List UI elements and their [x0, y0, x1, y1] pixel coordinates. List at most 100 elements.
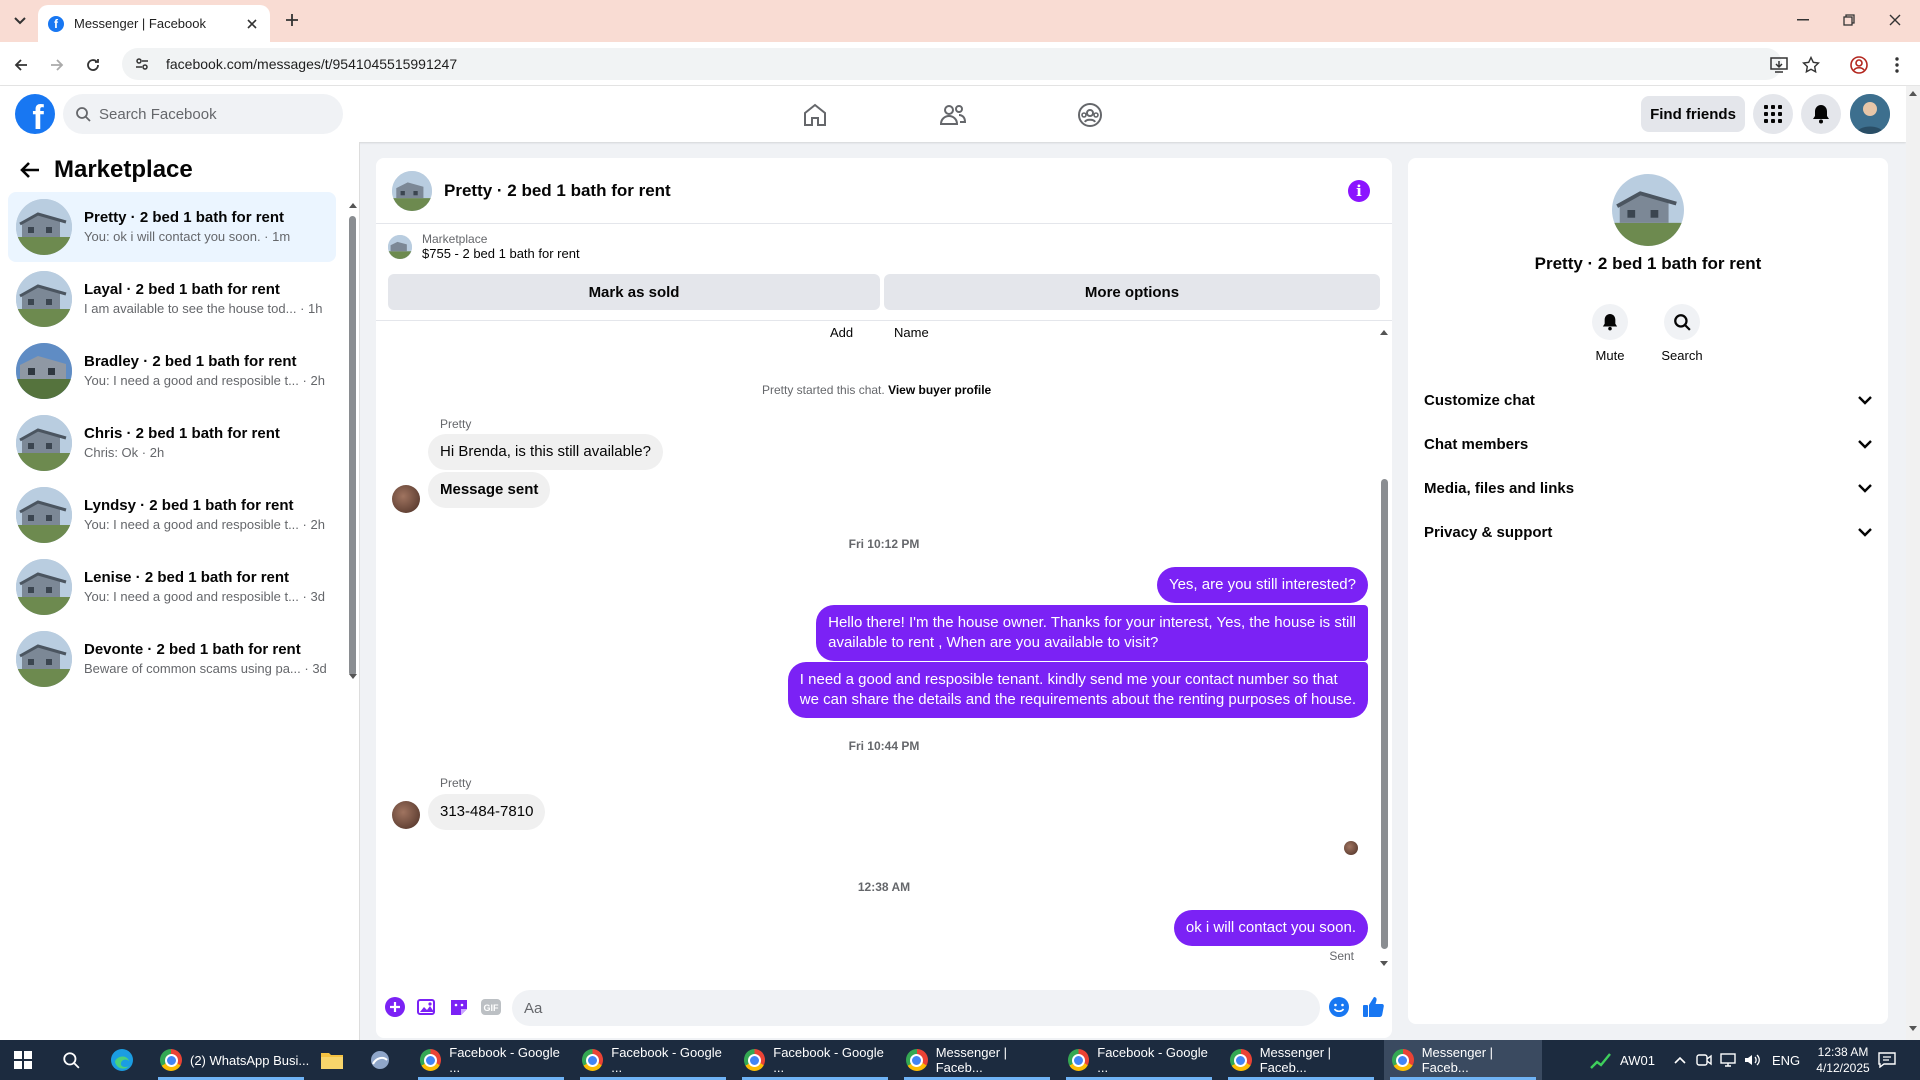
customize-chat-section[interactable]: Customize chat — [1424, 378, 1872, 422]
facebook-search-input[interactable]: Search Facebook — [63, 94, 343, 134]
sender-avatar[interactable] — [392, 485, 420, 513]
home-icon[interactable] — [800, 100, 830, 130]
bookmark-star-icon[interactable] — [1800, 54, 1822, 76]
name-label[interactable]: Name — [894, 325, 929, 340]
conversation-item-devonte[interactable]: Devonte · 2 bed 1 bath for rent Beware o… — [8, 624, 336, 694]
tab-search-dropdown-icon[interactable] — [10, 12, 30, 30]
conversation-item-chris[interactable]: Chris · 2 bed 1 bath for rent Chris: Ok … — [8, 408, 336, 478]
taskbar-app-facebook-2[interactable]: Facebook - Google ... — [574, 1040, 732, 1080]
facebook-logo-icon[interactable]: f — [15, 94, 55, 134]
language-indicator[interactable]: ENG — [1772, 1040, 1800, 1080]
taskbar-app-facebook-3[interactable]: Facebook - Google ... — [736, 1040, 894, 1080]
view-buyer-profile-link[interactable]: View buyer profile — [888, 383, 991, 397]
scrollbar-thumb[interactable] — [1381, 479, 1388, 949]
snipping-tool-icon[interactable] — [368, 1040, 392, 1080]
scrollbar-thumb[interactable] — [349, 216, 356, 676]
section-label: Chat members — [1424, 435, 1529, 453]
back-arrow-icon[interactable] — [20, 161, 40, 179]
taskbar-app-messenger-2[interactable]: Messenger | Faceb... — [1222, 1040, 1380, 1080]
sent-status: Sent — [1329, 949, 1354, 963]
outgoing-message[interactable]: I need a good and resposible tenant. kin… — [787, 662, 1368, 718]
taskbar-app-label: Messenger | Faceb... — [1259, 1045, 1332, 1075]
outgoing-message[interactable]: Hello there! I'm the house owner. Thanks… — [816, 605, 1368, 661]
section-label: Privacy & support — [1424, 523, 1553, 541]
add-label[interactable]: Add — [830, 325, 853, 340]
address-bar[interactable]: facebook.com/messages/t/9541045515991247 — [122, 48, 1782, 80]
network-icon[interactable] — [1720, 1040, 1736, 1080]
incoming-message[interactable]: Hi Brenda, is this still available? — [428, 434, 663, 470]
install-app-icon[interactable] — [1768, 54, 1790, 76]
taskbar-app-facebook-1[interactable]: Facebook - Google ... — [412, 1040, 570, 1080]
chat-title[interactable]: Pretty · 2 bed 1 bath for rent — [444, 181, 671, 201]
account-avatar[interactable] — [1850, 94, 1890, 134]
edge-browser-icon[interactable] — [110, 1040, 134, 1080]
windows-start-icon[interactable] — [14, 1040, 32, 1080]
conversation-item-lyndsy[interactable]: Lyndsy · 2 bed 1 bath for rent You: I ne… — [8, 480, 336, 550]
close-tab-icon[interactable] — [244, 16, 260, 32]
message-input[interactable]: Aa — [512, 990, 1320, 1026]
privacy-support-section[interactable]: Privacy & support — [1424, 510, 1872, 554]
notification-center-icon[interactable] — [1878, 1040, 1896, 1080]
taskbar-app-messenger-active[interactable]: Messenger | Faceb... — [1384, 1040, 1542, 1080]
notifications-bell-icon[interactable] — [1801, 94, 1841, 134]
file-explorer-icon[interactable] — [320, 1040, 344, 1080]
browser-tab-active[interactable]: f Messenger | Facebook — [38, 5, 270, 42]
forward-arrow-icon[interactable] — [46, 54, 68, 76]
minimize-icon[interactable] — [1780, 0, 1826, 40]
mark-as-sold-button[interactable]: Mark as sold — [388, 274, 880, 310]
emoji-icon[interactable] — [1328, 996, 1350, 1018]
volume-icon[interactable] — [1744, 1040, 1760, 1080]
listing-small-thumbnail — [388, 234, 412, 259]
more-actions-plus-icon[interactable] — [384, 996, 406, 1018]
info-icon[interactable]: i — [1348, 180, 1370, 202]
chat-members-section[interactable]: Chat members — [1424, 422, 1872, 466]
friends-icon[interactable] — [938, 100, 968, 130]
listing-info[interactable]: Marketplace $755 - 2 bed 1 bath for rent — [388, 232, 580, 261]
restore-icon[interactable] — [1826, 0, 1872, 40]
new-tab-icon[interactable] — [282, 10, 302, 30]
taskbar-app-whatsapp[interactable]: (2) WhatsApp Busi... — [152, 1040, 310, 1080]
outgoing-message[interactable]: Yes, are you still interested? — [1156, 567, 1368, 603]
site-info-icon[interactable] — [134, 56, 150, 72]
chevron-down-icon — [1858, 527, 1872, 537]
conversation-title: Bradley · 2 bed 1 bath for rent — [84, 353, 297, 370]
groups-icon[interactable] — [1075, 100, 1105, 130]
chat-listing-thumbnail[interactable] — [392, 170, 432, 211]
profile-icon[interactable] — [1848, 54, 1870, 76]
network-status[interactable]: AW01 — [1590, 1040, 1655, 1080]
taskbar-app-messenger-1[interactable]: Messenger | Faceb... — [898, 1040, 1056, 1080]
conversation-list-scrollbar[interactable] — [349, 202, 357, 680]
reload-icon[interactable] — [82, 54, 104, 76]
thumbs-up-like-icon[interactable] — [1360, 996, 1386, 1018]
page-scrollbar[interactable] — [1906, 86, 1920, 1040]
conversation-item-lenise[interactable]: Lenise · 2 bed 1 bath for rent You: I ne… — [8, 552, 336, 622]
incoming-message[interactable]: 313-484-7810 — [428, 794, 546, 830]
menu-grid-icon[interactable] — [1753, 94, 1793, 134]
find-friends-button[interactable]: Find friends — [1641, 96, 1745, 132]
search-conversation-button[interactable]: Search — [1652, 304, 1712, 363]
conversation-item-layal[interactable]: Layal · 2 bed 1 bath for rent I am avail… — [8, 264, 336, 334]
close-window-icon[interactable] — [1872, 0, 1918, 40]
chat-header: Pretty · 2 bed 1 bath for rent i — [376, 158, 1392, 224]
thread-scrollbar[interactable] — [1379, 329, 1389, 969]
sticker-icon[interactable] — [448, 996, 470, 1018]
attach-photo-icon[interactable] — [416, 996, 438, 1018]
taskbar-search-icon[interactable] — [62, 1040, 80, 1080]
taskbar-app-facebook-4[interactable]: Facebook - Google ... — [1060, 1040, 1218, 1080]
show-hidden-icons-chevron-icon[interactable] — [1674, 1040, 1686, 1080]
gif-icon[interactable]: GIF — [480, 996, 502, 1018]
back-arrow-icon[interactable] — [10, 54, 32, 76]
meet-now-icon[interactable] — [1696, 1040, 1712, 1080]
mute-button[interactable]: Mute — [1580, 304, 1640, 363]
timestamp: 12:38 AM — [857, 880, 911, 894]
conversation-item-pretty[interactable]: Pretty · 2 bed 1 bath for rent You: ok i… — [8, 192, 336, 262]
system-clock[interactable]: 12:38 AM 4/12/2025 — [1808, 1044, 1878, 1076]
browser-menu-icon[interactable] — [1886, 54, 1908, 76]
outgoing-message[interactable]: ok i will contact you soon. — [1173, 910, 1368, 946]
details-listing-avatar[interactable] — [1612, 174, 1684, 246]
media-files-links-section[interactable]: Media, files and links — [1424, 466, 1872, 510]
sender-avatar[interactable] — [392, 801, 420, 829]
more-options-button[interactable]: More options — [884, 274, 1380, 310]
conversation-item-bradley[interactable]: Bradley · 2 bed 1 bath for rent You: I n… — [8, 336, 336, 406]
incoming-message[interactable]: Message sent — [428, 472, 551, 508]
